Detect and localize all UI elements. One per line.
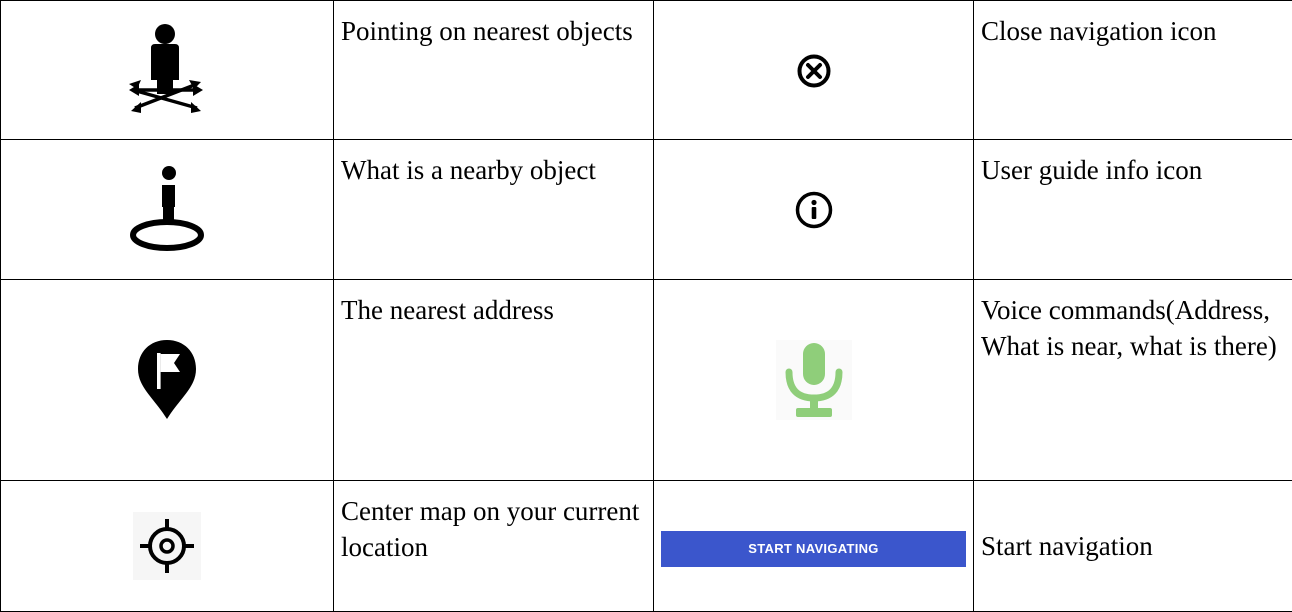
row-label: What is a nearby object bbox=[334, 140, 654, 280]
row-label: Pointing on nearest objects bbox=[334, 1, 654, 140]
start-navigating-button[interactable]: START NAVIGATING bbox=[661, 531, 966, 567]
row-label: Center map on your current location bbox=[334, 481, 654, 612]
icon-cell bbox=[654, 1, 974, 140]
icon-cell: START NAVIGATING bbox=[654, 481, 974, 612]
row-label: Start navigation bbox=[974, 481, 1292, 612]
pointing-person-icon bbox=[127, 52, 207, 82]
table-row: The nearest address Voice commands(Addre… bbox=[1, 280, 1292, 481]
table-row: Pointing on nearest objects Close naviga… bbox=[1, 1, 1292, 140]
person-pin-circle-icon bbox=[127, 192, 207, 222]
info-circle-icon[interactable] bbox=[794, 192, 834, 222]
microphone-icon[interactable] bbox=[776, 340, 852, 420]
row-label: The nearest address bbox=[334, 280, 654, 481]
row-label: Voice commands(Address, What is near, wh… bbox=[974, 280, 1292, 481]
my-location-icon[interactable] bbox=[133, 512, 201, 580]
row-label: Close navigation icon bbox=[974, 1, 1292, 140]
icon-legend-table: Pointing on nearest objects Close naviga… bbox=[0, 0, 1292, 612]
table-row: Center map on your current location STAR… bbox=[1, 481, 1292, 612]
icon-cell bbox=[1, 481, 334, 612]
icon-cell bbox=[1, 1, 334, 140]
icon-cell bbox=[654, 280, 974, 481]
flag-pin-icon bbox=[132, 362, 202, 392]
table-row: What is a nearby object User guide info … bbox=[1, 140, 1292, 280]
row-label: User guide info icon bbox=[974, 140, 1292, 280]
icon-cell bbox=[654, 140, 974, 280]
icon-cell bbox=[1, 280, 334, 481]
close-circle-icon[interactable] bbox=[796, 54, 832, 84]
icon-cell bbox=[1, 140, 334, 280]
